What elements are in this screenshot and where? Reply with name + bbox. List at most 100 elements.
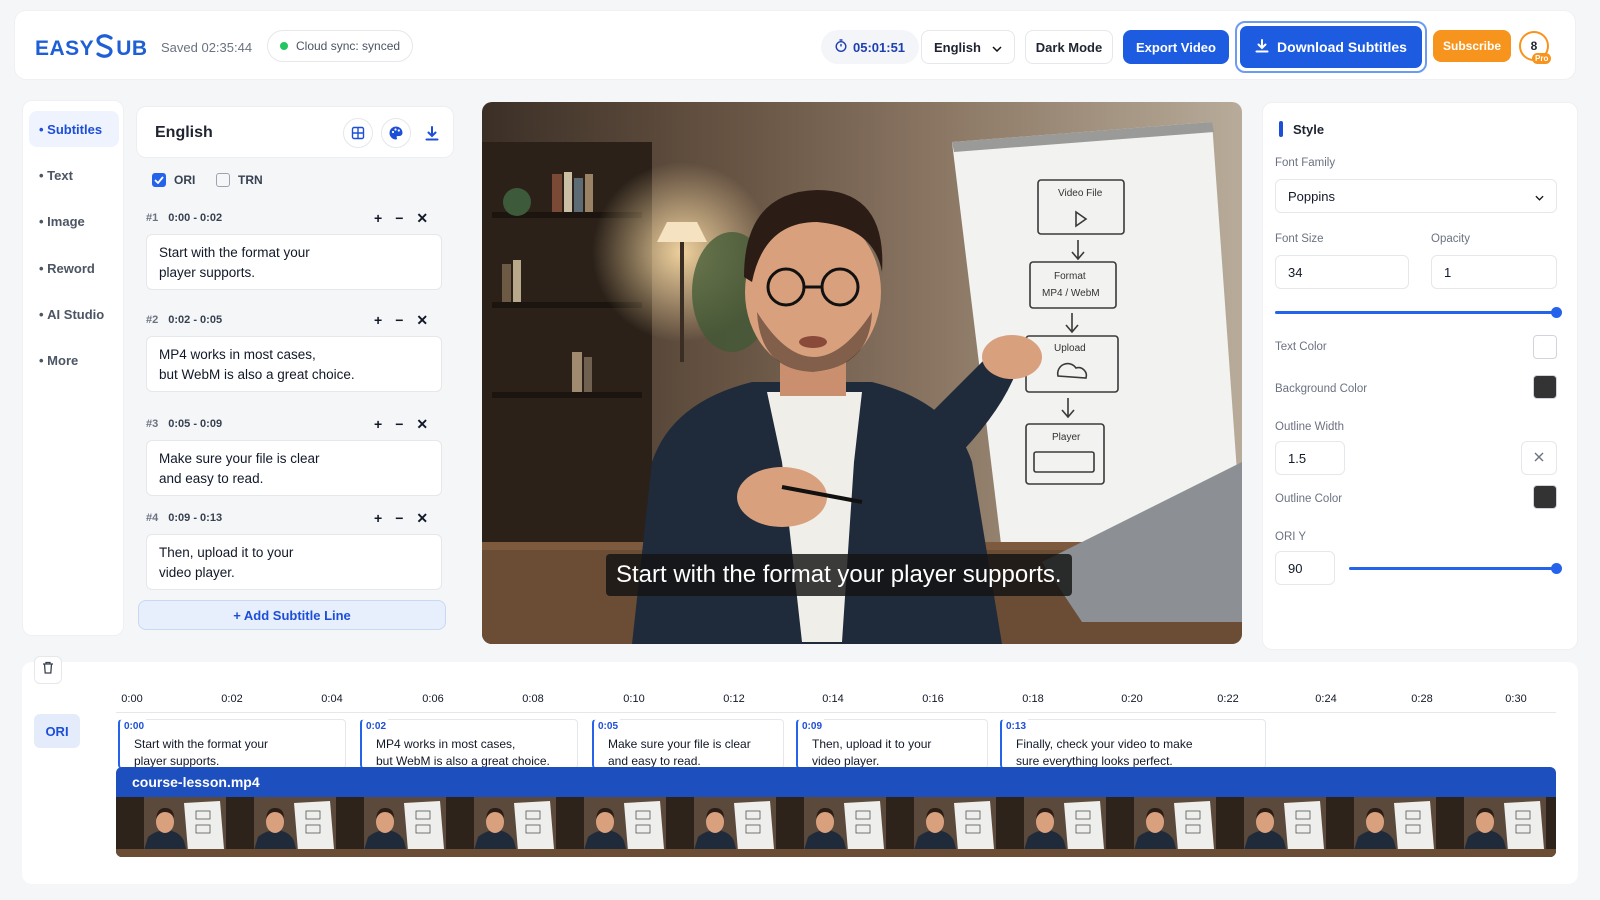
timeline-tick: 0:08 <box>522 693 544 705</box>
timeline-segment[interactable]: 0:09 Then, upload it to your video player. <box>796 718 988 769</box>
palette-icon[interactable] <box>381 118 411 148</box>
timer-display[interactable]: 05:01:51 <box>821 30 920 64</box>
entry-tools: + − ✕ <box>374 210 428 227</box>
timeline: 0:00 0:02 0:04 0:06 0:08 0:10 0:12 0:14 0:16 0:18… <box>22 656 1578 884</box>
segment-line: Make sure your file is clear <box>608 737 751 751</box>
whiteboard-label: Format <box>1054 271 1086 282</box>
timeline-segment[interactable]: 0:05 Make sure your file is clear and easy… <box>592 718 784 769</box>
outline-color-swatch[interactable] <box>1533 485 1557 509</box>
nav-item-reword[interactable]: • Reword <box>29 250 119 286</box>
nav-item-image[interactable]: • Image <box>29 203 119 239</box>
text-color-swatch[interactable] <box>1533 335 1557 359</box>
slider-knob[interactable] <box>1551 307 1562 318</box>
ori-checkbox[interactable]: ORI <box>152 173 195 187</box>
background-color-swatch[interactable] <box>1533 375 1557 399</box>
timeline-tick: 0:16 <box>922 693 944 705</box>
font-size-input[interactable]: 34 <box>1275 255 1409 289</box>
ori-y-input[interactable]: 90 <box>1275 551 1335 585</box>
entry-tools: + − ✕ <box>374 312 428 329</box>
entry-number: #1 <box>146 212 159 224</box>
subtitle-text-field[interactable]: MP4 works in most cases, but WebM is also… <box>146 336 442 392</box>
close-icon <box>1534 449 1544 467</box>
nav-item-ai-studio[interactable]: • AI Studio <box>29 296 119 332</box>
timeline-segment[interactable]: 0:00 Start with the format your player sup… <box>118 718 346 769</box>
remove-entry-button[interactable]: − <box>395 312 403 329</box>
add-entry-button[interactable]: + <box>374 210 382 227</box>
delete-entry-button[interactable]: ✕ <box>416 510 428 527</box>
add-entry-button[interactable]: + <box>374 312 382 329</box>
add-subtitle-line-button[interactable]: + Add Subtitle Line <box>138 600 446 630</box>
opacity-input[interactable]: 1 <box>1431 255 1557 289</box>
filmstrip-frame <box>1106 797 1216 857</box>
outline-width-input[interactable]: 1.5 <box>1275 441 1345 475</box>
ori-y-label: ORI Y <box>1275 531 1307 543</box>
segment-time: 0:09 <box>800 718 825 735</box>
nav-item-subtitles[interactable]: • Subtitles <box>29 111 119 147</box>
add-entry-button[interactable]: + <box>374 510 382 527</box>
subscribe-button[interactable]: Subscribe <box>1433 30 1511 62</box>
trn-label: TRN <box>238 173 263 187</box>
trn-checkbox[interactable]: TRN <box>216 173 263 187</box>
logo-s-icon <box>95 33 115 65</box>
entry-line: MP4 works in most cases, <box>159 347 316 362</box>
export-video-button[interactable]: Export Video <box>1123 30 1229 64</box>
entry-time: 0:09 - 0:13 <box>168 512 223 524</box>
video-clip-bar[interactable]: course-lesson.mp4 <box>116 767 1556 797</box>
nav-label: Subtitles <box>47 121 103 137</box>
entry-line: and easy to read. <box>159 471 264 486</box>
add-entry-button[interactable]: + <box>374 416 382 433</box>
remove-entry-button[interactable]: − <box>395 210 403 227</box>
filmstrip-frame <box>996 797 1106 857</box>
slider-knob[interactable] <box>1551 563 1562 574</box>
outline-width-label: Outline Width <box>1275 421 1345 433</box>
whiteboard-label: Player <box>1052 432 1081 443</box>
opacity-label: Opacity <box>1431 233 1470 245</box>
timeline-segment[interactable]: 0:13 Finally, check your video to make sur… <box>1000 718 1266 769</box>
download-subtitles-button[interactable]: Download Subtitles <box>1240 26 1422 68</box>
clear-outline-button[interactable] <box>1521 441 1557 475</box>
font-size-label: Font Size <box>1275 233 1324 245</box>
segment-line: Start with the format your <box>134 737 269 751</box>
timeline-ruler: 0:00 0:02 0:04 0:06 0:08 0:10 0:12 0:14 0:16 0:18… <box>22 662 1578 712</box>
timeline-tick: 0:06 <box>422 693 444 705</box>
font-family-select[interactable]: Poppins <box>1275 179 1557 213</box>
video-filmstrip[interactable] <box>116 797 1556 857</box>
grid-icon[interactable] <box>343 118 373 148</box>
entry-line: video player. <box>159 565 235 580</box>
style-title: Style <box>1293 122 1325 137</box>
whiteboard-label: MP4 / WebM <box>1042 288 1100 299</box>
segment-time: 0:00 <box>122 718 147 735</box>
download-icon[interactable] <box>417 118 447 148</box>
filmstrip-frame <box>556 797 666 857</box>
track-label-ori[interactable]: ORI <box>34 714 80 748</box>
timeline-tick: 0:20 <box>1121 693 1143 705</box>
subtitle-text-field[interactable]: Start with the format your player support… <box>146 234 442 290</box>
video-preview[interactable]: Video File Format MP4 / WebM Upload Play… <box>482 102 1242 644</box>
subtitle-entry-meta: #4 0:09 - 0:13 <box>146 512 222 524</box>
nav-item-more[interactable]: • More <box>29 342 119 378</box>
pro-badge: Pro <box>1532 53 1552 64</box>
remove-entry-button[interactable]: − <box>395 510 403 527</box>
opacity-slider[interactable] <box>1275 307 1562 318</box>
timeline-tick: 0:12 <box>723 693 745 705</box>
nav-label: Text <box>47 167 73 183</box>
nav-item-text[interactable]: • Text <box>29 157 119 193</box>
subtitle-text-field[interactable]: Make sure your file is clear and easy to … <box>146 440 442 496</box>
dark-mode-button[interactable]: Dark Mode <box>1025 30 1113 64</box>
download-subtitles-label: Download Subtitles <box>1277 39 1407 55</box>
delete-entry-button[interactable]: ✕ <box>416 416 428 433</box>
ori-y-slider[interactable] <box>1349 563 1562 574</box>
timeline-segment[interactable]: 0:02 MP4 works in most cases, but WebM is … <box>360 718 578 769</box>
filmstrip-frame <box>886 797 996 857</box>
subtitle-text-field[interactable]: Then, upload it to your video player. <box>146 534 442 590</box>
entry-number: #2 <box>146 314 159 326</box>
app-logo[interactable]: EASY UB <box>35 33 148 65</box>
filmstrip-frame <box>446 797 556 857</box>
remove-entry-button[interactable]: − <box>395 416 403 433</box>
filmstrip-frame <box>336 797 446 857</box>
delete-entry-button[interactable]: ✕ <box>416 210 428 227</box>
language-select[interactable]: English <box>921 30 1015 64</box>
top-bar: EASY UB Saved 02:35:44 Cloud sync: synce… <box>14 10 1576 80</box>
entry-time: 0:00 - 0:02 <box>168 212 223 224</box>
delete-entry-button[interactable]: ✕ <box>416 312 428 329</box>
